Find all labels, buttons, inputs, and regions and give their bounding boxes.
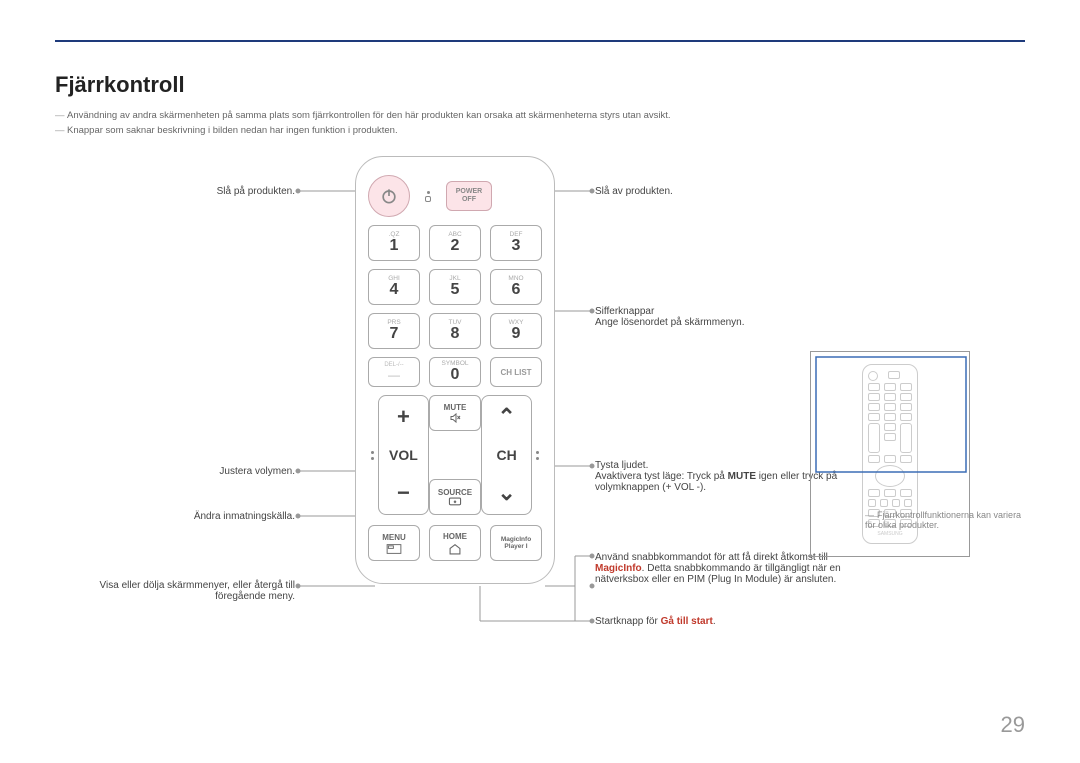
keypad-9: WXY9 [490, 313, 542, 349]
keypad-4: GHI4 [368, 269, 420, 305]
keypad-5: JKL5 [429, 269, 481, 305]
mute-button: MUTE [429, 395, 481, 431]
chlist-button: CH LIST [490, 357, 542, 387]
keypad-7: PRS7 [368, 313, 420, 349]
keypad-8: TUV8 [429, 313, 481, 349]
label-menu: Visa eller dölja skärmmenyer, eller åter… [55, 580, 295, 602]
channel-rocker: ⌃CH⌄ [481, 395, 532, 515]
note-1: ―Användning av andra skärmenheten på sam… [55, 110, 1025, 121]
keypad-0: SYMBOL0 [429, 357, 481, 387]
page-number: 29 [1001, 712, 1025, 738]
power-on-button [368, 175, 410, 217]
del-button: DEL-/--― [368, 357, 420, 387]
label-numbers: Sifferknappar Ange lösenordet på skärmme… [595, 306, 855, 328]
source-button: SOURCE [429, 479, 481, 515]
power-off-button: POWER OFF [446, 181, 492, 211]
label-volume: Justera volymen. [55, 466, 295, 477]
remote-control-diagram: POWER OFF .QZ1ABC2DEF3 GHI4JKL5MNO6 PRS7… [355, 156, 555, 584]
keypad-1: .QZ1 [368, 225, 420, 261]
label-power-on: Slå på produkten. [55, 186, 295, 197]
keypad-2: ABC2 [429, 225, 481, 261]
label-source: Ändra inmatningskälla. [55, 511, 295, 522]
ir-indicator-icon [418, 191, 438, 202]
home-button: HOME [429, 525, 481, 561]
note-2: ―Knappar som saknar beskrivning i bilden… [55, 125, 1025, 136]
keypad-3: DEF3 [490, 225, 542, 261]
magicinfo-button: MagicInfo Player I [490, 525, 542, 561]
label-power-off: Slå av produkten. [595, 186, 855, 197]
page-title: Fjärrkontroll [55, 72, 1025, 98]
footnote: ―Fjärrkontrollfunktionerna kan variera f… [865, 510, 1025, 530]
volume-rocker: +VOL− [378, 395, 429, 515]
keypad-6: MNO6 [490, 269, 542, 305]
menu-button: MENU [368, 525, 420, 561]
